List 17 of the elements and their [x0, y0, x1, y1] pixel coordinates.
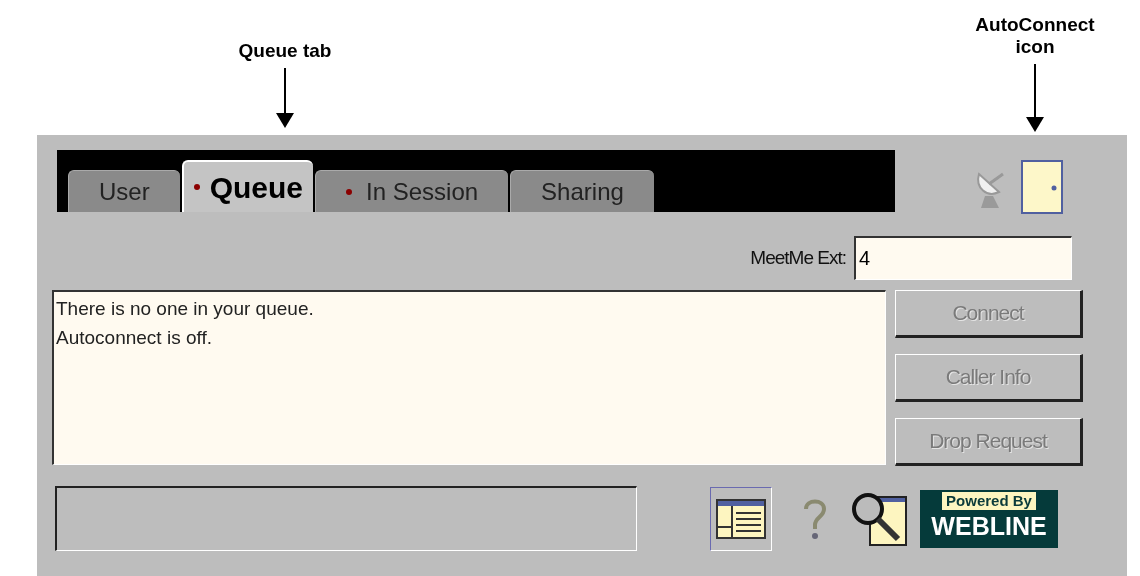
list-view-icon[interactable] — [710, 486, 772, 551]
logo-tagline: Powered By — [942, 491, 1036, 510]
tab[interactable]: Sharing — [510, 170, 654, 212]
callout-label: AutoConnect icon — [974, 14, 1096, 58]
message-text: There is no one in your queue. — [56, 297, 315, 321]
pointer-arrow — [275, 68, 295, 128]
magnifier-window-icon[interactable] — [850, 490, 908, 547]
door-icon[interactable] — [1021, 160, 1063, 214]
pointer-arrow — [1025, 64, 1045, 132]
logo-wordmark: WEBLINE — [931, 510, 1047, 542]
tab[interactable]: User — [68, 170, 180, 212]
callout-label: Queue tab — [238, 40, 332, 62]
tab[interactable]: Queue — [181, 160, 314, 212]
tab[interactable]: In Session — [315, 170, 509, 212]
meetme-label: MeetMe Ext: — [750, 245, 846, 270]
meetme-input[interactable]: 4 — [854, 236, 1072, 280]
message-text: Autoconnect is off. — [56, 326, 213, 350]
